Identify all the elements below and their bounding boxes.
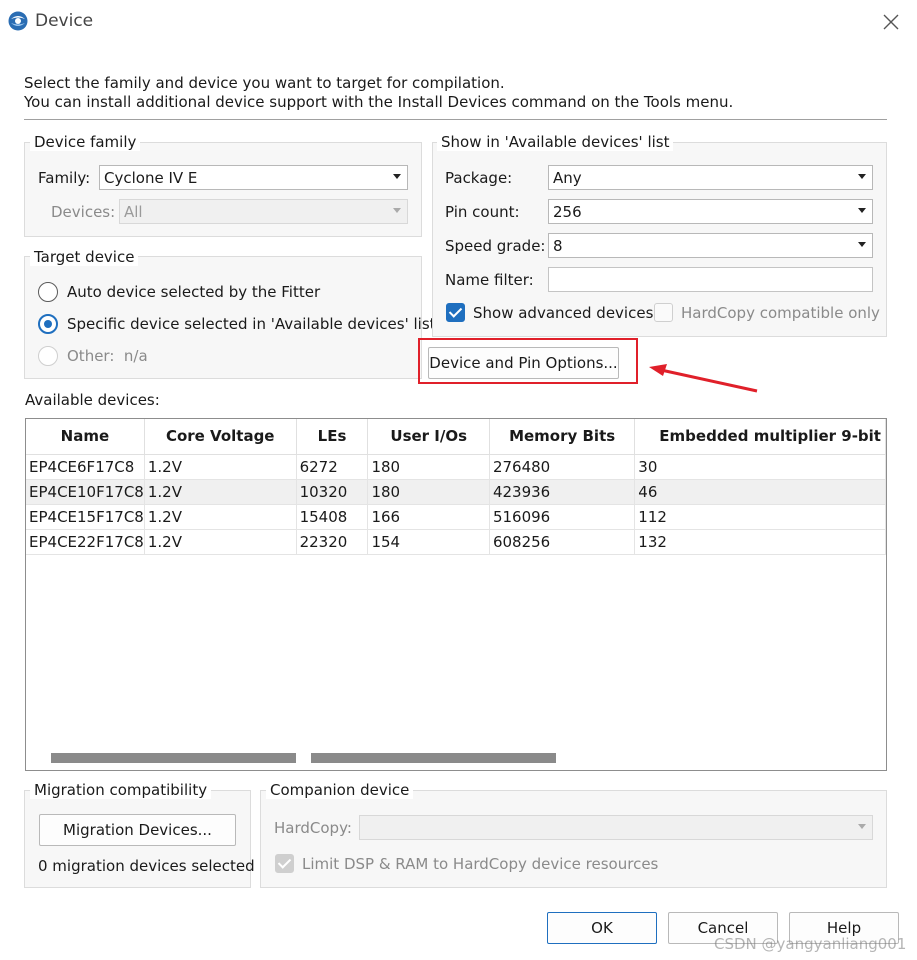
devices-value: All bbox=[124, 202, 143, 221]
scrollbar-thumb[interactable] bbox=[51, 753, 296, 763]
package-select[interactable]: Any bbox=[548, 165, 873, 190]
title-bar bbox=[0, 0, 917, 44]
family-select[interactable]: Cyclone IV E bbox=[99, 165, 408, 190]
family-value: Cyclone IV E bbox=[104, 168, 198, 187]
cell-memory-bits: 608256 bbox=[489, 529, 636, 555]
column-header-user-ios[interactable]: User I/Os bbox=[367, 419, 490, 455]
family-label: Family: bbox=[38, 169, 91, 187]
cell-user-ios: 154 bbox=[367, 529, 490, 555]
cell-memory-bits: 276480 bbox=[489, 454, 636, 480]
cell-core-voltage: 1.2V bbox=[144, 454, 297, 480]
auto-device-radio[interactable] bbox=[38, 282, 58, 302]
hardcopy-label: HardCopy: bbox=[274, 819, 352, 837]
column-header-memory-bits[interactable]: Memory Bits bbox=[489, 419, 636, 455]
migration-status: 0 migration devices selected bbox=[38, 857, 255, 875]
package-value: Any bbox=[553, 168, 582, 187]
companion-legend: Companion device bbox=[266, 781, 414, 799]
show-in-list-legend: Show in 'Available devices' list bbox=[437, 133, 674, 151]
speed-grade-label: Speed grade: bbox=[445, 237, 546, 255]
table-row[interactable]: EP4CE15F17C8 1.2V 15408 166 516096 112 bbox=[26, 504, 886, 530]
close-button[interactable] bbox=[874, 6, 908, 38]
ok-button[interactable]: OK bbox=[547, 912, 657, 944]
cell-core-voltage: 1.2V bbox=[144, 479, 297, 505]
hardcopy-only-label: HardCopy compatible only bbox=[681, 304, 880, 322]
column-header-embedded-multiplier[interactable]: Embedded multiplier 9-bit bbox=[634, 419, 886, 455]
chevron-down-icon bbox=[393, 174, 401, 179]
devices-label: Devices: bbox=[51, 203, 116, 221]
cell-name: EP4CE22F17C8 bbox=[26, 529, 145, 555]
chevron-down-icon bbox=[858, 824, 866, 829]
column-header-core-voltage[interactable]: Core Voltage bbox=[144, 419, 297, 455]
column-header-name[interactable]: Name bbox=[26, 419, 145, 455]
table-row[interactable]: EP4CE6F17C8 1.2V 6272 180 276480 30 bbox=[26, 454, 886, 480]
pin-count-label: Pin count: bbox=[445, 203, 520, 221]
specific-device-radio[interactable] bbox=[38, 314, 58, 334]
cell-name: EP4CE6F17C8 bbox=[26, 454, 145, 480]
cell-embedded-multiplier: 30 bbox=[634, 454, 886, 480]
migration-legend: Migration compatibility bbox=[30, 781, 212, 799]
devices-select: All bbox=[119, 199, 408, 224]
cell-name: EP4CE15F17C8 bbox=[26, 504, 145, 530]
cell-embedded-multiplier: 46 bbox=[634, 479, 886, 505]
other-device-label: Other: n/a bbox=[67, 347, 148, 365]
cell-les: 6272 bbox=[296, 454, 369, 480]
annotation-arrow-icon bbox=[649, 364, 758, 393]
hardcopy-only-checkbox bbox=[654, 303, 673, 322]
pin-count-value: 256 bbox=[553, 202, 582, 221]
package-label: Package: bbox=[445, 169, 513, 187]
cell-les: 15408 bbox=[296, 504, 369, 530]
migration-devices-button[interactable]: Migration Devices... bbox=[39, 814, 236, 846]
device-family-legend: Device family bbox=[30, 133, 141, 151]
cell-user-ios: 180 bbox=[367, 479, 490, 505]
cell-name: EP4CE10F17C8 bbox=[26, 479, 145, 505]
show-advanced-checkbox[interactable] bbox=[446, 303, 465, 322]
cell-user-ios: 180 bbox=[367, 454, 490, 480]
close-icon bbox=[883, 14, 899, 30]
column-header-les[interactable]: LEs bbox=[296, 419, 369, 455]
pin-count-select[interactable]: 256 bbox=[548, 199, 873, 224]
cell-embedded-multiplier: 112 bbox=[634, 504, 886, 530]
show-advanced-label: Show advanced devices bbox=[473, 304, 654, 322]
annotation-highlight-box bbox=[418, 338, 638, 384]
horizontal-scrollbar[interactable] bbox=[26, 748, 886, 770]
window-title: Device bbox=[35, 11, 94, 31]
chevron-down-icon bbox=[858, 242, 866, 247]
chevron-down-icon bbox=[858, 208, 866, 213]
limit-dsp-ram-label: Limit DSP & RAM to HardCopy device resou… bbox=[302, 855, 659, 873]
available-devices-label: Available devices: bbox=[25, 391, 160, 409]
available-devices-table[interactable]: Name Core Voltage LEs User I/Os Memory B… bbox=[25, 418, 887, 771]
cell-core-voltage: 1.2V bbox=[144, 529, 297, 555]
cell-user-ios: 166 bbox=[367, 504, 490, 530]
cell-les: 10320 bbox=[296, 479, 369, 505]
target-device-legend: Target device bbox=[30, 248, 139, 266]
cell-memory-bits: 423936 bbox=[489, 479, 636, 505]
intro-line-2: You can install additional device suppor… bbox=[24, 93, 734, 111]
speed-grade-select[interactable]: 8 bbox=[548, 233, 873, 258]
chevron-down-icon bbox=[858, 174, 866, 179]
hardcopy-select bbox=[359, 815, 873, 840]
quartus-app-icon bbox=[7, 10, 29, 32]
limit-dsp-ram-checkbox bbox=[275, 854, 294, 873]
specific-device-label: Specific device selected in 'Available d… bbox=[67, 315, 436, 333]
separator bbox=[24, 119, 887, 120]
table-row[interactable]: EP4CE10F17C8 1.2V 10320 180 423936 46 bbox=[26, 479, 886, 505]
chevron-down-icon bbox=[393, 208, 401, 213]
watermark: CSDN @yangyanliang001 bbox=[714, 935, 907, 953]
intro-line-1: Select the family and device you want to… bbox=[24, 74, 505, 92]
scrollbar-track-segment[interactable] bbox=[311, 753, 556, 763]
speed-grade-value: 8 bbox=[553, 236, 563, 255]
cell-memory-bits: 516096 bbox=[489, 504, 636, 530]
auto-device-label: Auto device selected by the Fitter bbox=[67, 283, 321, 301]
table-row[interactable]: EP4CE22F17C8 1.2V 22320 154 608256 132 bbox=[26, 529, 886, 555]
cell-embedded-multiplier: 132 bbox=[634, 529, 886, 555]
cell-core-voltage: 1.2V bbox=[144, 504, 297, 530]
cell-les: 22320 bbox=[296, 529, 369, 555]
name-filter-input[interactable] bbox=[548, 267, 873, 292]
other-device-radio bbox=[38, 346, 58, 366]
table-header-row: Name Core Voltage LEs User I/Os Memory B… bbox=[26, 419, 886, 455]
name-filter-label: Name filter: bbox=[445, 271, 534, 289]
